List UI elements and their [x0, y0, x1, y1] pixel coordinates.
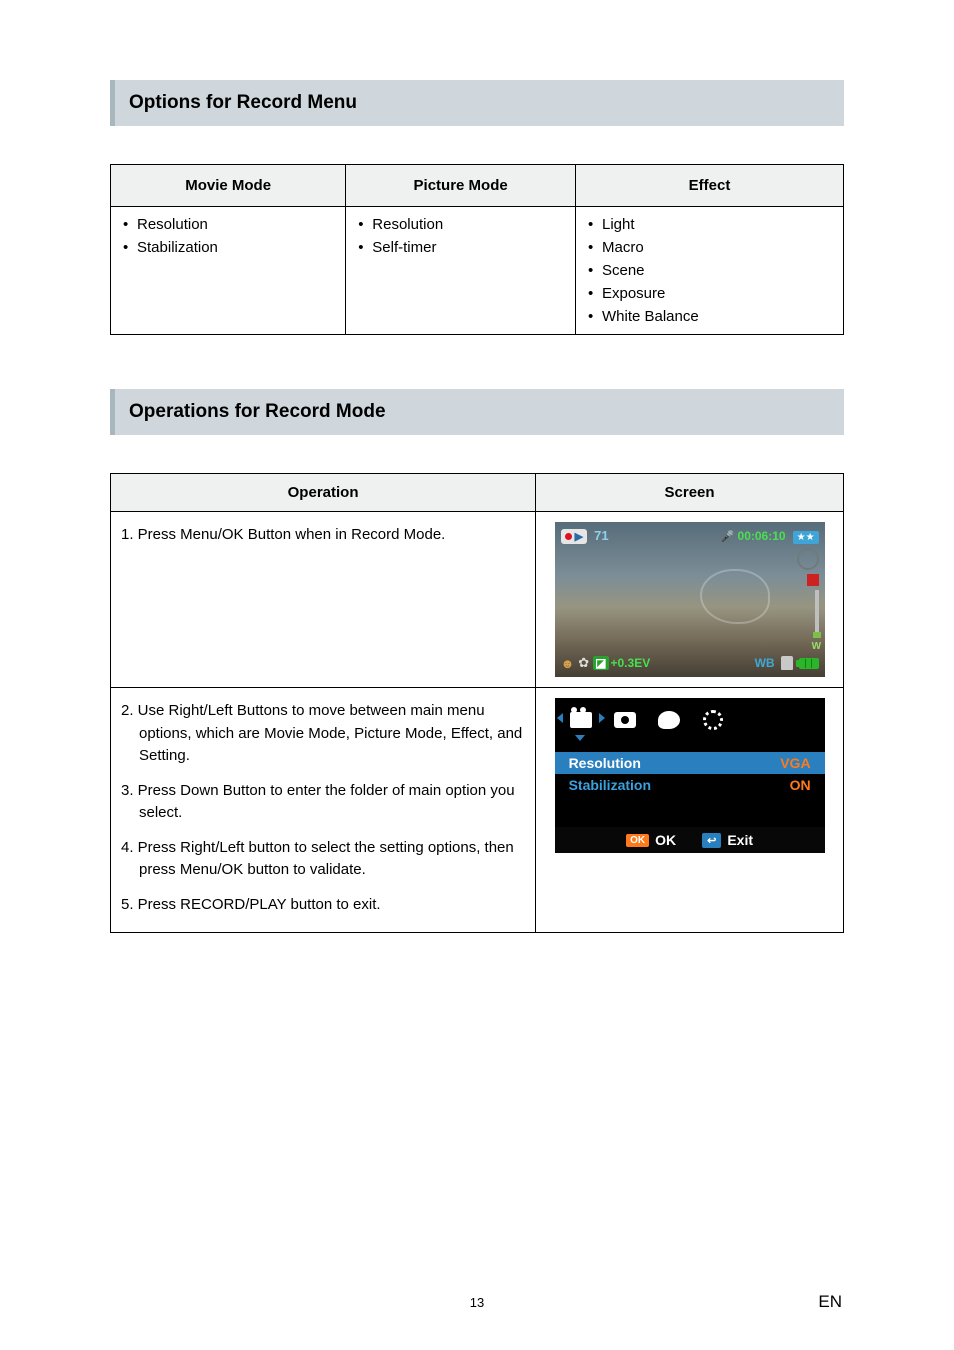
ops-cell-step1: 1. Press Menu/OK Button when in Record M…	[111, 512, 536, 688]
gear-icon	[703, 710, 723, 730]
ops-th-operation: Operation	[111, 474, 536, 512]
list-item: Resolution	[119, 213, 339, 236]
face-icon: ☻	[561, 656, 575, 671]
camera-screen-menu: Resolution VGA Stabilization ON OK OK	[555, 698, 825, 853]
record-indicator-icon	[807, 574, 819, 586]
language-code: EN	[818, 1292, 842, 1312]
exit-label: Exit	[727, 832, 753, 848]
ops-cell-screen2: Resolution VGA Stabilization ON OK OK	[536, 688, 844, 933]
list-item: 4. Press Right/Left button to select the…	[121, 833, 525, 890]
list-item: Macro	[584, 236, 837, 259]
menu-value: ON	[790, 777, 811, 793]
ops-th-screen: Screen	[536, 474, 844, 512]
tab-effect	[655, 708, 683, 732]
wb-label: WB	[755, 656, 775, 670]
menu-label: Resolution	[569, 755, 641, 771]
shots-remaining: 71	[594, 528, 608, 543]
mic-icon: 🎤	[721, 531, 735, 543]
tab-movie-mode	[567, 708, 595, 732]
options-table: Movie Mode Picture Mode Effect Resolutio…	[110, 164, 844, 335]
page-number: 13	[0, 1295, 954, 1310]
list-item: Self-timer	[354, 236, 569, 259]
ops-cell-screen1: ▶ 71 🎤 00:06:10 ★★	[536, 512, 844, 688]
footer-ok: OK OK	[626, 832, 676, 848]
video-badge-icon: ▶	[561, 529, 587, 544]
options-th-movie: Movie Mode	[111, 165, 346, 207]
ev-value: ◪+0.3EV	[593, 656, 650, 670]
camera-icon	[614, 712, 636, 728]
menu-value: VGA	[780, 755, 810, 771]
list-item: 5. Press RECORD/PLAY button to exit.	[121, 890, 525, 925]
battery-icon	[799, 658, 819, 669]
tab-picture-mode	[611, 708, 639, 732]
section-heading-options: Options for Record Menu	[110, 80, 844, 126]
options-cell-movie: Resolution Stabilization	[111, 207, 346, 335]
options-th-picture: Picture Mode	[346, 165, 576, 207]
dial-icon	[797, 548, 819, 570]
options-cell-effect: Light Macro Scene Exposure White Balance	[575, 207, 843, 335]
movie-icon	[570, 712, 592, 728]
menu-row-stabilization: Stabilization ON	[555, 774, 825, 796]
zoom-slider-icon	[815, 590, 819, 638]
return-icon: ↩	[702, 833, 721, 848]
list-item: White Balance	[584, 305, 837, 328]
list-item: Stabilization	[119, 236, 339, 259]
list-item: Scene	[584, 259, 837, 282]
section-heading-operations: Operations for Record Mode	[110, 389, 844, 435]
list-item: 1. Press Menu/OK Button when in Record M…	[121, 520, 525, 555]
ok-label: OK	[655, 832, 676, 848]
list-item: 3. Press Down Button to enter the folder…	[121, 776, 525, 833]
palette-icon	[658, 711, 680, 729]
camera-screen-record: ▶ 71 🎤 00:06:10 ★★	[555, 522, 825, 677]
footer-exit: ↩ Exit	[702, 832, 753, 848]
options-cell-picture: Resolution Self-timer	[346, 207, 576, 335]
list-item: Resolution	[354, 213, 569, 236]
list-item: Exposure	[584, 282, 837, 305]
sd-card-icon	[781, 656, 793, 670]
tab-settings	[699, 708, 727, 732]
macro-icon: ✿	[578, 655, 589, 671]
menu-row-resolution: Resolution VGA	[555, 752, 825, 774]
operations-table: Operation Screen 1. Press Menu/OK Button…	[110, 473, 844, 933]
menu-label: Stabilization	[569, 777, 651, 793]
list-item: 2. Use Right/Left Buttons to move betwee…	[121, 696, 525, 776]
record-time: 00:06:10	[738, 529, 786, 543]
quality-badge-icon: ★★	[793, 531, 819, 544]
options-th-effect: Effect	[575, 165, 843, 207]
ops-cell-steps2-5: 2. Use Right/Left Buttons to move betwee…	[111, 688, 536, 933]
list-item: Light	[584, 213, 837, 236]
ok-chip-icon: OK	[626, 834, 649, 847]
